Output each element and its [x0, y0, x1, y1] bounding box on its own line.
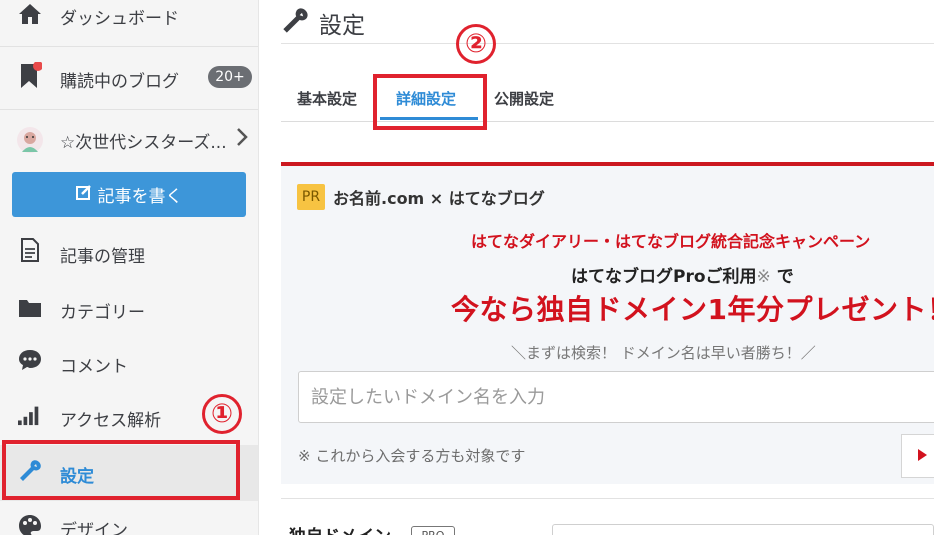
highlight-box-detail-tab [373, 74, 487, 130]
pr-pro-text: はてなブログProご利用※ で [571, 262, 794, 287]
divider [281, 498, 934, 499]
folder-icon [18, 296, 42, 320]
pr-title: お名前.com × はてなブログ [333, 189, 545, 208]
divider [0, 46, 258, 47]
pr-campaign-text: はてなダイアリー・はてなブログ統合記念キャンペーン [471, 232, 871, 251]
write-article-label: 記事を書く [97, 187, 183, 207]
page-header: 設定 [281, 6, 365, 40]
custom-domain-label: 独自ドメイン [289, 522, 391, 535]
sidebar-item-label: デザイン [60, 521, 128, 535]
pr-tag: PR [297, 184, 325, 210]
sidebar-item-category[interactable]: カテゴリー [0, 290, 258, 326]
pr-pro-main: はてなブログProご利用 [571, 267, 757, 287]
write-article-button[interactable]: 記事を書く [12, 172, 246, 217]
main-content: 設定 ② 基本設定 詳細設定 公開設定 PR お名前.com × はてなブログ … [259, 0, 934, 535]
pr-header: PR お名前.com × はてなブログ [297, 184, 545, 210]
blog-avatar [16, 126, 44, 154]
search-submit-button[interactable] [901, 434, 934, 478]
pr-search-hint: ＼まずは検索！ ドメイン名は早い者勝ち！／ [511, 344, 816, 362]
tab-public[interactable]: 公開設定 [494, 88, 554, 109]
home-icon [18, 2, 42, 26]
sidebar-item-label: アクセス解析 [60, 411, 162, 431]
bar-chart-icon [18, 402, 42, 426]
wrench-icon [281, 7, 309, 39]
pr-headline: 今なら独自ドメイン1年分プレゼント！ [451, 293, 934, 326]
sidebar-item-label: ダッシュボード [60, 9, 179, 29]
sidebar-item-comment[interactable]: コメント [0, 344, 258, 380]
sidebar-item-blog[interactable]: ☆次世代シスターズ... [0, 118, 258, 160]
pr-pro-tail: で [770, 267, 794, 287]
domain-search-input[interactable] [298, 371, 934, 423]
pr-footnote: ※ これから入会する方も対象です [298, 447, 526, 465]
sidebar-item-design[interactable]: デザイン [0, 510, 258, 535]
pr-panel: PR お名前.com × はてなブログ はてなダイアリー・はてなブログ統合記念キ… [281, 162, 934, 484]
play-icon [916, 447, 928, 466]
custom-domain-input[interactable] [552, 524, 934, 535]
sidebar-item-dashboard[interactable]: ダッシュボード [0, 0, 258, 34]
annotation-number-2: ② [456, 24, 496, 64]
pr-pro-note: ※ [756, 267, 771, 287]
annotation-number-1: ① [202, 394, 242, 434]
subscribed-count-badge: 20+ [208, 66, 252, 88]
document-icon [18, 238, 42, 262]
sidebar-item-label: 記事の管理 [60, 247, 145, 267]
sidebar-item-manage[interactable]: 記事の管理 [0, 234, 258, 270]
sidebar-item-label: コメント [60, 357, 128, 377]
divider [281, 43, 934, 44]
edit-icon [75, 184, 92, 205]
page-title: 設定 [319, 13, 365, 39]
sidebar-item-label: カテゴリー [60, 303, 145, 323]
chevron-right-icon [236, 127, 248, 151]
sidebar-item-label: 購読中のブログ [60, 72, 179, 92]
tab-basic[interactable]: 基本設定 [297, 88, 357, 109]
bookmark-icon [18, 62, 42, 88]
sidebar: ダッシュボード 購読中のブログ 20+ ☆次世代シスターズ... 記事を書く 記… [0, 0, 259, 535]
pro-badge: PRO [411, 526, 455, 535]
blog-name: ☆次世代シスターズ... [60, 133, 227, 153]
highlight-box-settings [2, 440, 240, 500]
palette-icon [18, 514, 42, 535]
comment-icon [18, 348, 42, 372]
divider [0, 109, 258, 110]
